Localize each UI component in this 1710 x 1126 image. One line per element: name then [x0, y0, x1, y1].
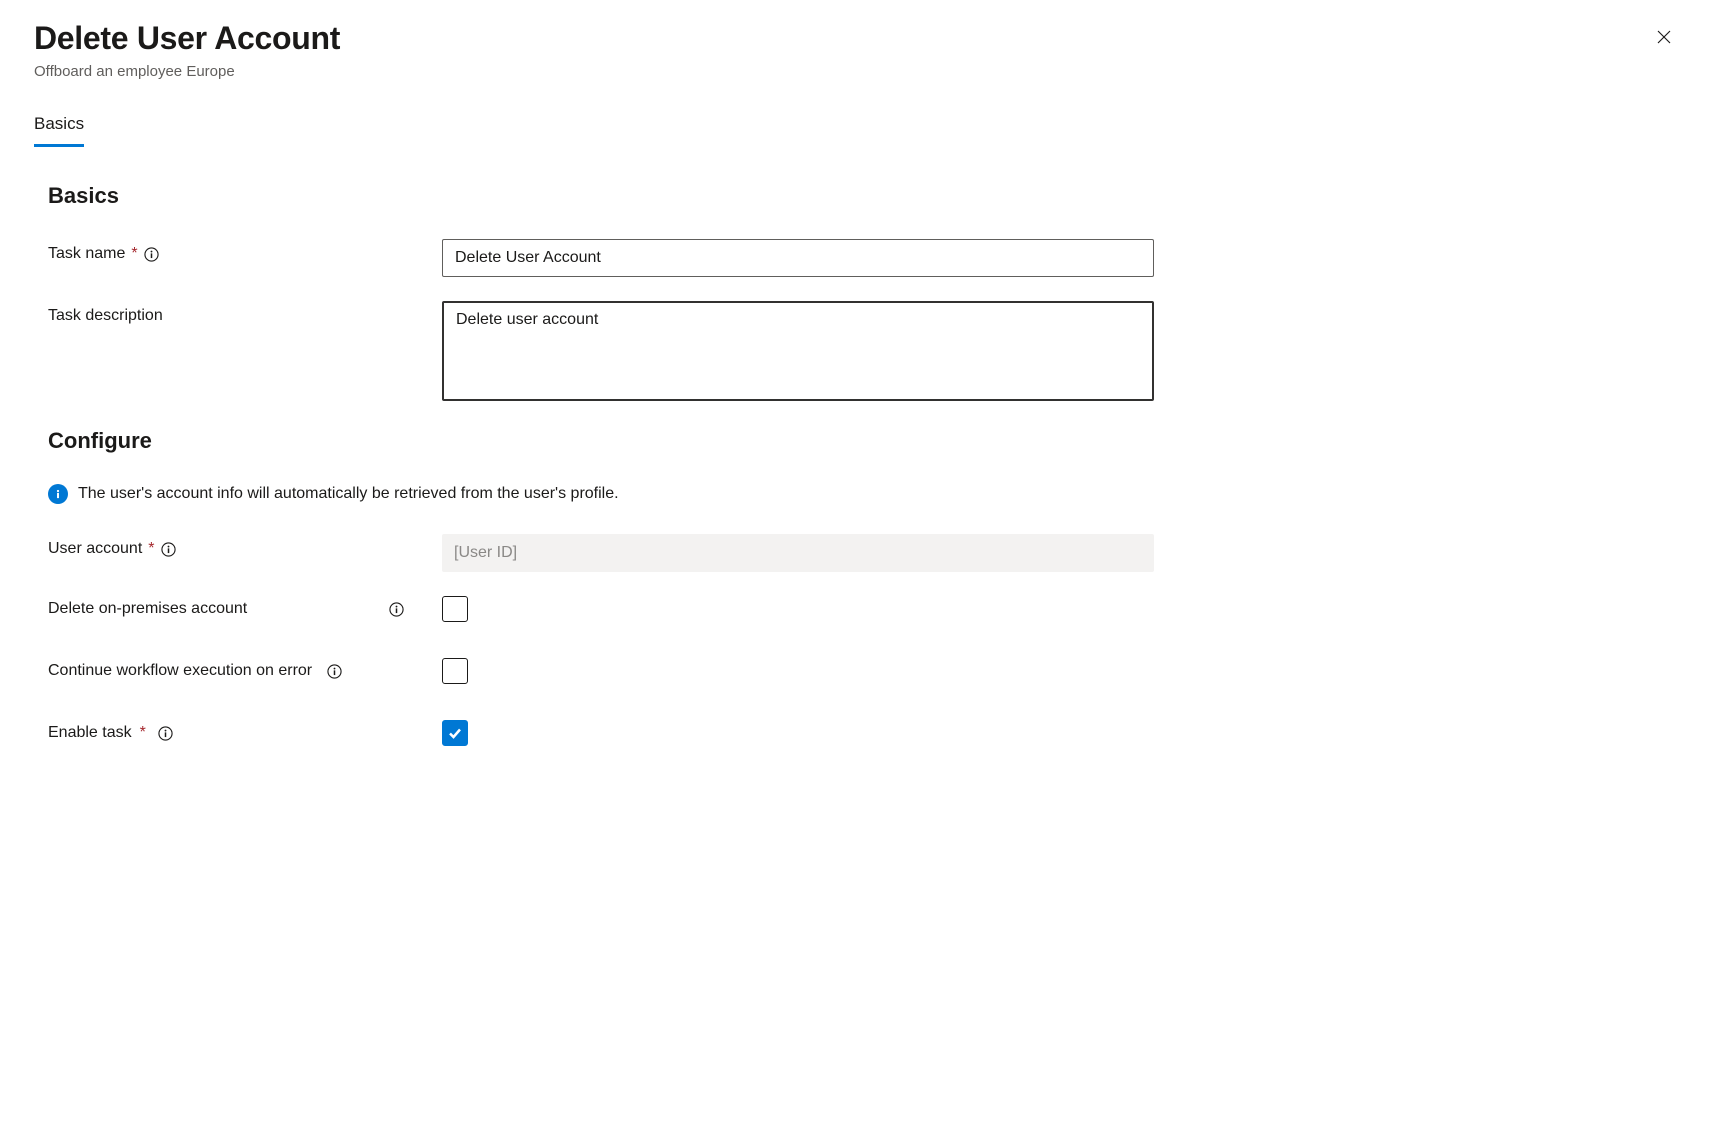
- info-icon[interactable]: [144, 246, 160, 262]
- required-indicator: *: [131, 245, 137, 263]
- task-name-input[interactable]: [442, 239, 1154, 277]
- basics-section-heading: Basics: [48, 183, 1676, 209]
- enable-task-label: Enable task: [48, 724, 132, 742]
- enable-task-checkbox[interactable]: [442, 720, 468, 746]
- user-account-label: User account: [48, 540, 142, 558]
- task-description-label: Task description: [48, 307, 163, 325]
- configure-section-heading: Configure: [48, 428, 1676, 454]
- continue-on-error-checkbox[interactable]: [442, 658, 468, 684]
- close-button[interactable]: [1652, 26, 1676, 50]
- page-title: Delete User Account: [34, 20, 340, 57]
- info-icon[interactable]: [326, 663, 342, 679]
- required-indicator: *: [140, 724, 146, 742]
- tab-basics[interactable]: Basics: [34, 114, 84, 147]
- delete-onprem-checkbox[interactable]: [442, 596, 468, 622]
- info-icon[interactable]: [388, 601, 404, 617]
- task-name-label: Task name: [48, 245, 125, 263]
- user-account-field: [User ID]: [442, 534, 1154, 572]
- continue-on-error-label: Continue workflow execution on error: [48, 662, 312, 680]
- info-icon: [48, 484, 68, 504]
- delete-onprem-label: Delete on-premises account: [48, 600, 247, 618]
- close-icon: [1655, 28, 1673, 49]
- page-subtitle: Offboard an employee Europe: [34, 63, 340, 80]
- info-icon[interactable]: [158, 725, 174, 741]
- task-description-input[interactable]: [442, 301, 1154, 401]
- info-banner-text: The user's account info will automatical…: [78, 485, 619, 503]
- info-icon[interactable]: [161, 541, 177, 557]
- required-indicator: *: [148, 540, 154, 558]
